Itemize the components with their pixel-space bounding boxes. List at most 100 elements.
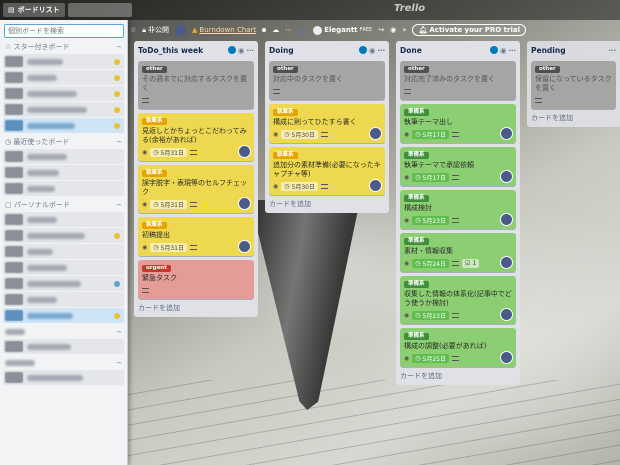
list-menu-icon[interactable]: ⋯ [247, 46, 255, 55]
member-avatar[interactable] [238, 240, 251, 253]
elegantt-button[interactable]: Elegantt FREE [313, 25, 372, 35]
card[interactable]: 準備系 執筆テーマで承認依頼 ◉ ◷ 5月17日 [400, 147, 516, 186]
list-title[interactable]: ToDo_this week [138, 46, 228, 55]
burndown-chart-link[interactable]: ▲ Burndown Chart [192, 26, 256, 34]
personal-boards-header[interactable]: ▢ パーソナルボード − [0, 199, 127, 211]
add-card-button[interactable]: カードを追加 [138, 303, 254, 313]
card[interactable]: 執筆系 誤字脱字・表現等のセルフチェック ◉ ◷ 5月31日 [138, 165, 254, 213]
member-avatar[interactable] [500, 308, 513, 321]
sidebar-board-item[interactable] [3, 86, 124, 101]
sidebar-board-item[interactable] [3, 181, 124, 196]
team-section-header[interactable]: − [0, 326, 127, 338]
card[interactable]: urgent 緊急タスク [138, 260, 254, 299]
card[interactable]: 準備系 素材・情報収集 ◉ ◷ 5月24日 ☑ 1 [400, 233, 516, 272]
team-section-header[interactable]: − [0, 357, 127, 369]
starred-boards-header[interactable]: ☆ スター付きボード − [0, 41, 127, 53]
list-title[interactable]: Doing [269, 46, 359, 55]
due-date-badge[interactable]: ◷ 5月30日 [281, 130, 318, 139]
minus-icon[interactable]: − [116, 138, 122, 146]
card[interactable]: other 対応中のタスクを置く [269, 61, 385, 100]
card[interactable]: 執筆系 追加分の素材準備(必要になったキャプチャ等) ◉ ◷ 5月30日 [269, 147, 385, 195]
card[interactable]: 執筆系 初稿提出 ◉ ◷ 5月31日 [138, 217, 254, 256]
due-date-badge[interactable]: ◷ 5月23日 [412, 216, 449, 225]
star-icon[interactable] [114, 58, 120, 65]
member-avatar[interactable] [500, 351, 513, 364]
star-icon[interactable] [114, 74, 120, 81]
sidebar-board-item[interactable] [3, 244, 124, 259]
member-avatar[interactable] [500, 256, 513, 269]
sidebar-board-item[interactable] [3, 276, 124, 291]
menu-dots-icon[interactable]: ⋯ [285, 26, 292, 34]
star-icon[interactable] [114, 232, 120, 239]
list-title[interactable]: Done [400, 46, 490, 55]
sidebar-board-item[interactable] [3, 149, 124, 164]
visibility-button[interactable]: 🔒︎ 非公開 [142, 25, 169, 35]
recent-boards-header[interactable]: ◷ 最近使ったボード − [0, 136, 127, 148]
chevron-right-icon[interactable]: » [402, 26, 406, 34]
due-date-badge[interactable]: ◷ 5月24日 [412, 259, 449, 268]
sidebar-board-item[interactable] [3, 54, 124, 69]
due-date-badge[interactable]: ◷ 5月17日 [412, 173, 449, 182]
star-icon[interactable] [114, 106, 120, 113]
board-search-input[interactable] [4, 24, 124, 38]
card[interactable]: other その週までに対応するタスクを置く [138, 61, 254, 109]
card[interactable]: 準備系 構成の調整(必要があれば) ◉ ◷ 5月25日 [400, 328, 516, 367]
add-card-button[interactable]: カードを追加 [531, 113, 616, 123]
star-icon[interactable] [114, 122, 120, 129]
star-icon[interactable] [114, 280, 120, 287]
card[interactable]: 執筆系 見返しとかちょっとこだわってみる(余裕があれば) ◉ ◷ 5月31日 [138, 113, 254, 161]
due-date-badge[interactable]: ◷ 5月30日 [281, 182, 318, 191]
sidebar-board-item[interactable] [3, 339, 124, 354]
due-date-badge[interactable]: ◷ 5月31日 [150, 200, 187, 209]
list-header[interactable]: Doing ◉ ⋯ [269, 43, 385, 57]
powerup-badge-icon[interactable] [358, 46, 367, 54]
sidebar-board-item[interactable] [3, 70, 124, 85]
sidebar-board-item[interactable] [3, 228, 124, 243]
list-title[interactable]: Pending [531, 46, 609, 55]
card[interactable]: other 対応完了済みのタスクを置く [400, 61, 516, 100]
eye-icon[interactable]: ◉ [369, 46, 376, 55]
member-avatar[interactable] [238, 145, 251, 158]
sidebar-board-item[interactable] [3, 308, 124, 323]
eye-icon[interactable]: ◉ [390, 26, 396, 34]
trello-logo[interactable]: Trello [394, 3, 425, 14]
card[interactable]: other 保留になっているタスクを置く [531, 61, 616, 109]
top-search-input[interactable] [67, 3, 132, 17]
list-header[interactable]: Done ◉ ⋯ [400, 43, 516, 57]
card[interactable]: 準備系 執筆テーマ出し ◉ ◷ 5月17日 [400, 104, 516, 143]
member-avatar[interactable] [369, 179, 382, 192]
eye-icon[interactable]: ◉ [238, 46, 245, 55]
eye-icon[interactable]: ◉ [500, 46, 507, 55]
due-date-badge[interactable]: ◷ 5月31日 [150, 148, 187, 157]
share-icon[interactable]: ↪ [378, 26, 384, 34]
list-header[interactable]: ToDo_this week ◉ ⋯ [138, 43, 254, 57]
minus-icon[interactable]: − [116, 201, 122, 209]
list-menu-icon[interactable]: ⋯ [509, 46, 517, 55]
minus-icon[interactable]: − [116, 43, 122, 51]
member-avatar[interactable] [238, 197, 251, 210]
powerup-badge-icon[interactable] [489, 46, 498, 54]
sidebar-board-item[interactable] [3, 260, 124, 275]
elegantt-avatar-icon[interactable] [298, 25, 308, 35]
sidebar-board-item-current[interactable] [3, 118, 124, 133]
member-avatar[interactable] [175, 24, 187, 36]
minus-icon[interactable]: − [116, 328, 122, 336]
board-star-button[interactable]: ☆ [130, 26, 136, 34]
due-date-badge[interactable]: ◷ 5月31日 [150, 243, 187, 252]
minus-icon[interactable]: − [116, 359, 122, 367]
list-menu-icon[interactable]: ⋯ [378, 46, 386, 55]
sidebar-board-item[interactable] [3, 165, 124, 180]
list-header[interactable]: Pending ⋯ [531, 43, 616, 57]
sidebar-board-item[interactable] [3, 212, 124, 227]
sidebar-board-item[interactable] [3, 370, 124, 385]
butler-icon[interactable]: ☁ [272, 26, 279, 34]
add-card-button[interactable]: カードを追加 [400, 371, 516, 381]
due-date-badge[interactable]: ◷ 5月23日 [412, 311, 449, 320]
card[interactable]: 準備系 構成検討 ◉ ◷ 5月23日 [400, 190, 516, 229]
list-menu-icon[interactable]: ⋯ [609, 46, 617, 55]
card[interactable]: 準備系 収集した情報の体系化(記事中でどう使うか検討) ◉ ◷ 5月23日 [400, 276, 516, 324]
due-date-badge[interactable]: ◷ 5月25日 [412, 354, 449, 363]
due-date-badge[interactable]: ◷ 5月17日 [412, 130, 449, 139]
member-avatar[interactable] [500, 127, 513, 140]
star-icon[interactable] [114, 90, 120, 97]
